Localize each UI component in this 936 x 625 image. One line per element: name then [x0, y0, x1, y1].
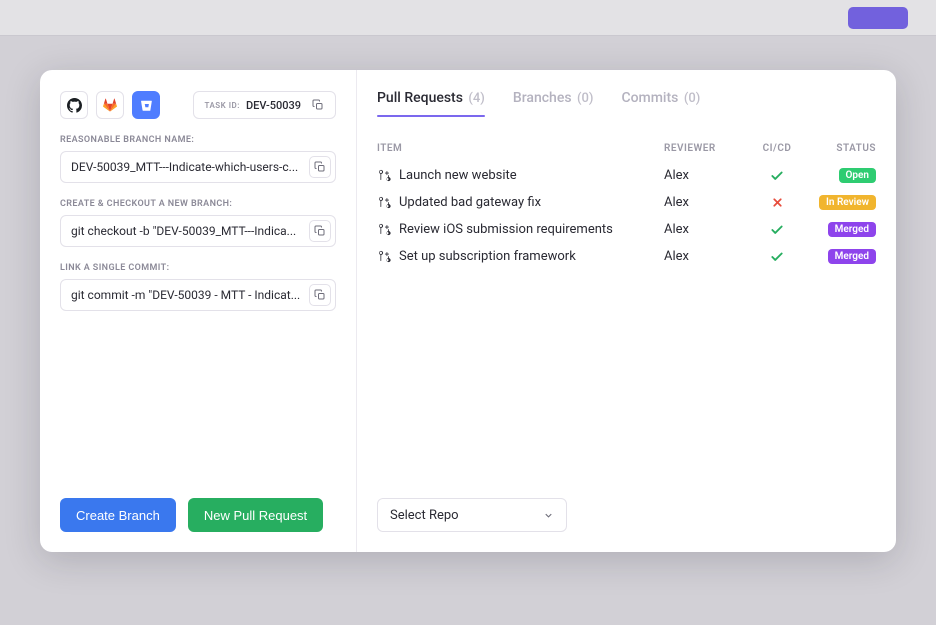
th-status: STATUS — [804, 143, 876, 154]
tabs: Pull Requests (4) Branches (0) Commits (… — [377, 90, 876, 125]
th-reviewer: REVIEWER — [664, 143, 750, 154]
copy-icon — [314, 289, 326, 301]
task-id-box: TASK ID: DEV-50039 — [193, 91, 336, 119]
create-branch-button[interactable]: Create Branch — [60, 498, 176, 532]
pull-request-icon — [377, 223, 391, 236]
copy-icon — [312, 99, 324, 111]
branch-name-field: REASONABLE BRANCH NAME: DEV-50039_MTT---… — [60, 135, 336, 183]
row-title: Updated bad gateway fix — [399, 195, 541, 210]
status-badge: In Review — [819, 195, 876, 210]
table-row[interactable]: Set up subscription framework Alex Merged — [377, 243, 876, 270]
row-ci-status — [750, 169, 804, 183]
copy-icon — [314, 225, 326, 237]
task-id-value: DEV-50039 — [246, 99, 301, 112]
pull-request-icon — [377, 169, 391, 182]
row-reviewer: Alex — [664, 222, 750, 237]
th-item: ITEM — [377, 143, 664, 154]
copy-icon — [314, 161, 326, 173]
row-title: Launch new website — [399, 168, 517, 183]
github-icon — [67, 98, 82, 113]
table-row[interactable]: Launch new website Alex Open — [377, 162, 876, 189]
field-label: LINK A SINGLE COMMIT: — [60, 263, 336, 273]
table-head: ITEM REVIEWER CI/CD STATUS — [377, 143, 876, 162]
pull-request-icon — [377, 196, 391, 209]
pull-request-icon — [377, 250, 391, 263]
commit-field: LINK A SINGLE COMMIT: git commit -m "DEV… — [60, 263, 336, 311]
checkout-input[interactable]: git checkout -b "DEV-50039_MTT---Indica.… — [60, 215, 336, 247]
row-ci-status — [750, 223, 804, 237]
row-reviewer: Alex — [664, 168, 750, 183]
task-id-label: TASK ID: — [204, 101, 240, 110]
provider-row: TASK ID: DEV-50039 — [60, 91, 336, 119]
bitbucket-button[interactable] — [132, 91, 160, 119]
copy-branch-name-button[interactable] — [309, 156, 331, 178]
row-ci-status — [750, 196, 804, 209]
row-ci-status — [750, 250, 804, 264]
status-badge: Open — [839, 168, 877, 183]
pr-rows: Launch new website Alex Open Updated bad ga… — [377, 162, 876, 270]
status-badge: Merged — [828, 249, 876, 264]
row-title: Review iOS submission requirements — [399, 222, 613, 237]
row-title: Set up subscription framework — [399, 249, 576, 264]
copy-commit-button[interactable] — [309, 284, 331, 306]
commit-input[interactable]: git commit -m "DEV-50039 - MTT - Indicat… — [60, 279, 336, 311]
tab-commits[interactable]: Commits (0) — [621, 90, 700, 114]
table-row[interactable]: Review iOS submission requirements Alex Me… — [377, 216, 876, 243]
branch-name-input[interactable]: DEV-50039_MTT---Indicate-which-users-c..… — [60, 151, 336, 183]
row-reviewer: Alex — [664, 195, 750, 210]
right-panel: Pull Requests (4) Branches (0) Commits (… — [357, 70, 896, 552]
table-row[interactable]: Updated bad gateway fix Alex In Review — [377, 189, 876, 216]
select-repo-dropdown[interactable]: Select Repo — [377, 498, 567, 532]
git-integration-modal: TASK ID: DEV-50039 REASONABLE BRANCH NAM… — [40, 70, 896, 552]
tab-branches[interactable]: Branches (0) — [513, 90, 594, 114]
row-reviewer: Alex — [664, 249, 750, 264]
gitlab-button[interactable] — [96, 91, 124, 119]
github-button[interactable] — [60, 91, 88, 119]
status-badge: Merged — [828, 222, 876, 237]
th-ci: CI/CD — [750, 143, 804, 154]
chevron-down-icon — [543, 510, 554, 521]
gitlab-icon — [103, 98, 117, 112]
checkout-field: CREATE & CHECKOUT A NEW BRANCH: git chec… — [60, 199, 336, 247]
bitbucket-icon — [141, 100, 152, 111]
copy-task-id-button[interactable] — [307, 94, 329, 116]
field-label: REASONABLE BRANCH NAME: — [60, 135, 336, 145]
field-label: CREATE & CHECKOUT A NEW BRANCH: — [60, 199, 336, 209]
left-panel: TASK ID: DEV-50039 REASONABLE BRANCH NAM… — [40, 70, 357, 552]
new-pull-request-button[interactable]: New Pull Request — [188, 498, 323, 532]
tab-pull-requests[interactable]: Pull Requests (4) — [377, 90, 485, 114]
copy-checkout-button[interactable] — [309, 220, 331, 242]
